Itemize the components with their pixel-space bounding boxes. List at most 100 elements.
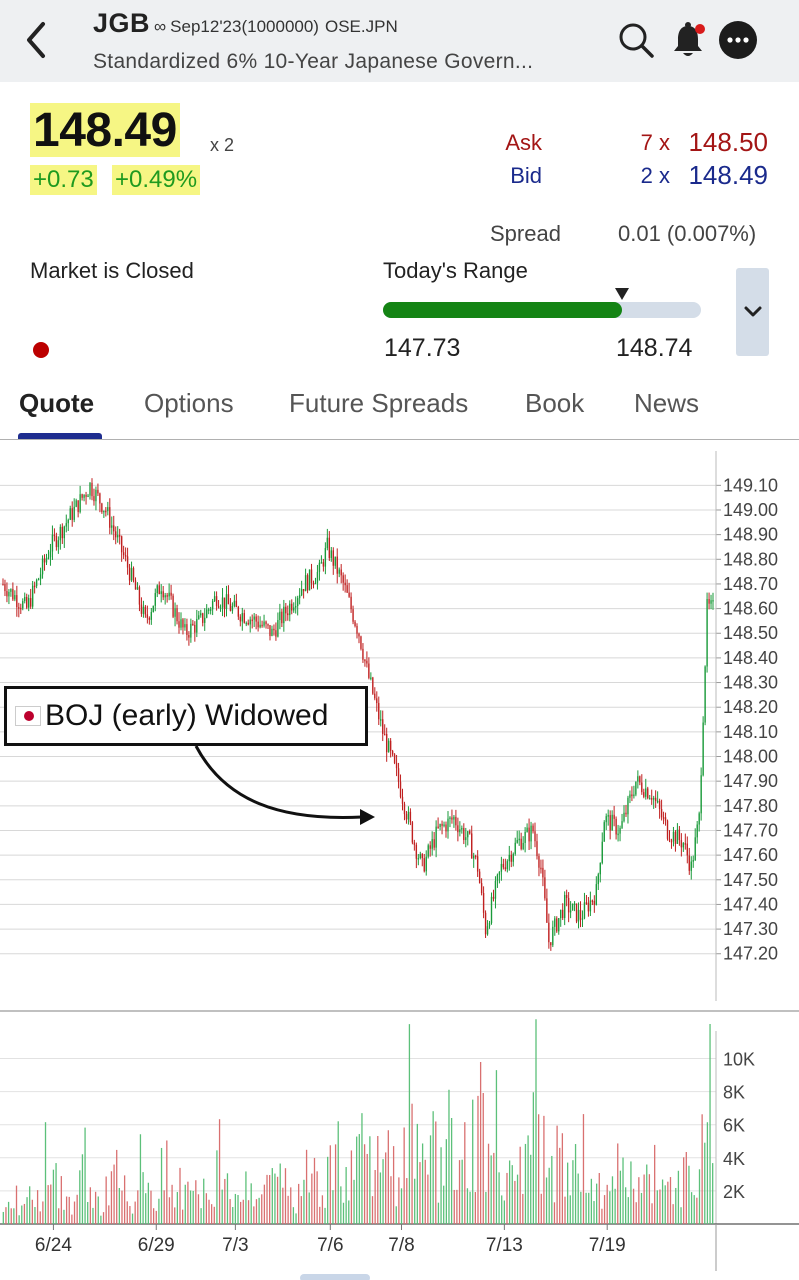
price-axis-label: 148.50 xyxy=(723,623,778,643)
candle-body xyxy=(405,814,408,820)
back-chevron-icon[interactable] xyxy=(18,18,54,62)
candle-body xyxy=(41,558,44,575)
candle-body xyxy=(261,624,263,627)
candle-body xyxy=(188,634,190,638)
candle-body xyxy=(421,853,423,859)
candle-body xyxy=(279,611,281,621)
candle-body xyxy=(221,597,224,608)
candle-body xyxy=(431,839,433,849)
search-icon[interactable] xyxy=(616,20,656,60)
candle-body xyxy=(397,768,400,782)
candle-body xyxy=(122,552,125,556)
x-axis-label: 7/19 xyxy=(589,1235,626,1256)
candle-body xyxy=(552,926,554,946)
candle-body xyxy=(382,719,384,734)
candle-body xyxy=(366,660,368,664)
candle-body xyxy=(625,812,627,815)
chevron-down-icon xyxy=(744,306,761,317)
range-current-marker-icon xyxy=(614,288,629,300)
active-tab-indicator xyxy=(18,433,102,439)
bell-icon[interactable] xyxy=(668,20,708,60)
candle-body xyxy=(57,540,60,548)
candle-body xyxy=(573,903,576,906)
candle-body xyxy=(170,592,172,596)
tab-book[interactable]: Book xyxy=(525,388,584,419)
contract-label: Sep12'23(1000000) xyxy=(170,17,319,36)
candle-body xyxy=(643,792,645,797)
candle-body xyxy=(415,844,418,859)
chart-annotation: BOJ (early) Widowed xyxy=(4,686,368,746)
candle-body xyxy=(692,860,694,862)
candle-body xyxy=(560,909,562,919)
scroll-handle[interactable] xyxy=(300,1274,370,1280)
candle-body xyxy=(615,818,617,835)
candle-body xyxy=(540,867,542,870)
candle-body xyxy=(324,548,327,567)
candle-body xyxy=(69,508,71,520)
candle-body xyxy=(53,534,56,537)
candle-body xyxy=(111,525,113,528)
candle-body xyxy=(107,507,109,512)
candle-body xyxy=(473,855,475,859)
candle-body xyxy=(451,817,453,820)
candle-body xyxy=(158,585,160,595)
candle-body xyxy=(75,500,77,507)
candle-body xyxy=(690,861,692,871)
candle-body xyxy=(51,534,54,552)
tab-news[interactable]: News xyxy=(634,388,699,419)
candle-body xyxy=(467,831,469,838)
candle-body xyxy=(674,831,677,844)
more-icon[interactable] xyxy=(718,20,758,60)
candle-body xyxy=(401,796,404,804)
price-axis-label: 147.70 xyxy=(723,820,778,840)
candle-body xyxy=(510,854,512,862)
bid-label: Bid xyxy=(510,163,542,188)
candle-body xyxy=(184,624,186,628)
candle-body xyxy=(538,856,540,868)
candle-body xyxy=(666,820,669,839)
candle-body xyxy=(662,817,665,819)
candle-body xyxy=(209,609,212,611)
expand-details-button[interactable] xyxy=(736,268,769,356)
candle-body xyxy=(613,814,615,819)
instrument-description: Standardized 6% 10-Year Japanese Govern.… xyxy=(93,50,534,73)
candle-body xyxy=(249,619,251,625)
tab-options[interactable]: Options xyxy=(144,388,234,419)
tab-quote[interactable]: Quote xyxy=(19,388,94,419)
candle-body xyxy=(89,482,91,496)
candle-body xyxy=(63,526,65,539)
candle-body xyxy=(508,854,510,862)
candle-body xyxy=(672,831,675,842)
candle-body xyxy=(413,842,416,845)
candle-body xyxy=(117,535,119,538)
candle-body xyxy=(376,698,378,704)
price-volume-chart[interactable]: 149.10 149.00 148.90 148.80 148.70 148.60 148.… xyxy=(0,441,799,1271)
candle-body xyxy=(138,587,141,605)
candle-body xyxy=(83,494,85,498)
candle-body xyxy=(24,596,26,602)
candle-body xyxy=(101,503,103,513)
price-axis-label: 148.00 xyxy=(723,747,778,767)
candle-body xyxy=(338,569,340,574)
candle-body xyxy=(334,556,336,566)
tab-future-spreads[interactable]: Future Spreads xyxy=(289,388,468,419)
candle-body xyxy=(190,623,192,638)
candle-body xyxy=(344,582,346,586)
candle-body xyxy=(239,616,242,622)
candle-body xyxy=(356,625,358,634)
candle-body xyxy=(231,606,234,611)
candle-body xyxy=(140,604,143,614)
candle-body xyxy=(419,853,421,858)
candle-body xyxy=(213,596,216,602)
candle-body xyxy=(162,591,164,598)
candle-body xyxy=(22,601,24,609)
candle-body xyxy=(569,910,572,913)
candle-body xyxy=(656,800,659,803)
volume-axis-label: 4K xyxy=(723,1149,745,1169)
x-axis-label: 7/6 xyxy=(317,1235,343,1256)
candle-body xyxy=(12,589,14,600)
candle-body xyxy=(59,526,62,541)
app-header: JGB ∞ Sep12'23(1000000) OSE.JPN Standard… xyxy=(0,0,799,82)
candle-body xyxy=(565,894,568,898)
candle-body xyxy=(61,526,64,539)
